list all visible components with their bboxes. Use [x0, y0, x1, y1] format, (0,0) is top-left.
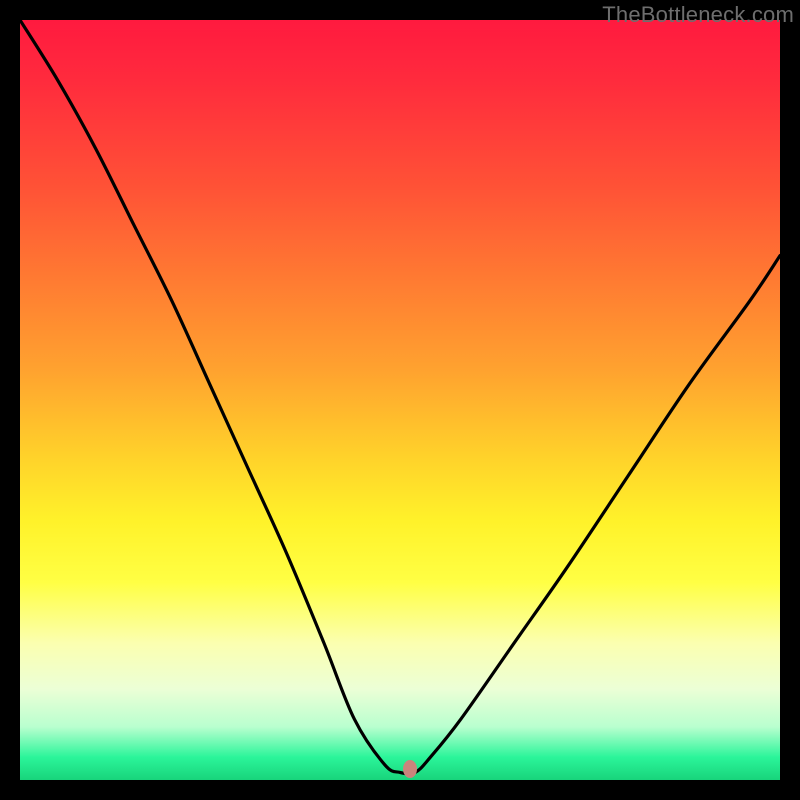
watermark-text: TheBottleneck.com — [602, 2, 794, 28]
plot-area — [20, 20, 780, 780]
optimal-point-marker — [403, 760, 417, 778]
chart-frame: TheBottleneck.com — [0, 0, 800, 800]
bottleneck-curve — [20, 20, 780, 780]
